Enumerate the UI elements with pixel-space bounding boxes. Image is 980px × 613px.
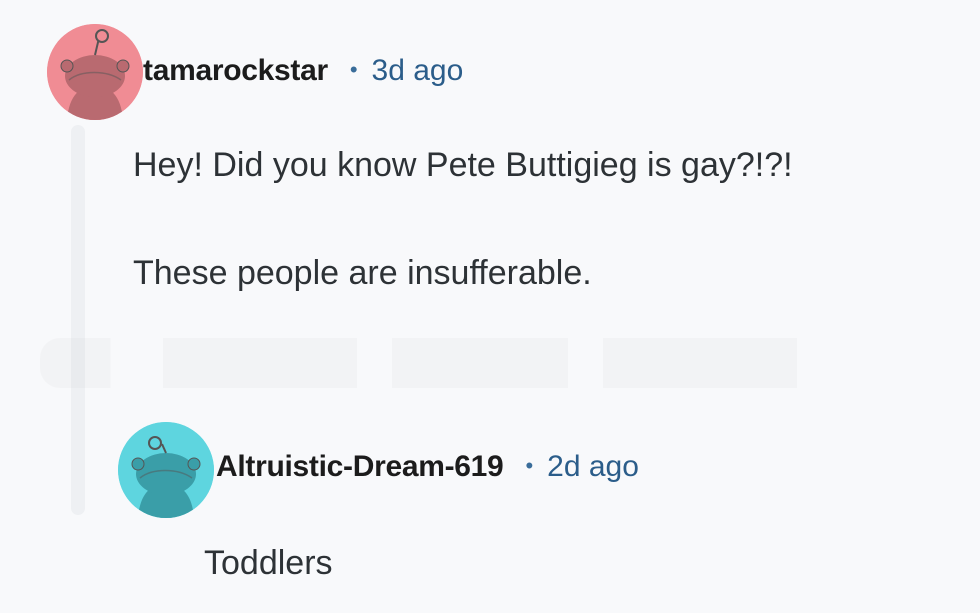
username-link[interactable]: tamarockstar: [143, 54, 328, 87]
meta-separator: •: [349, 57, 358, 82]
comment-body-paragraph: Toddlers: [204, 544, 333, 582]
comment-meta: tamarockstar • 3d ago: [143, 54, 463, 88]
comment-meta: Altruistic-Dream-619 • 2d ago: [216, 450, 639, 484]
user-avatar[interactable]: [47, 24, 143, 120]
timestamp[interactable]: 3d ago: [372, 54, 464, 87]
snoo-avatar-icon: [118, 422, 214, 518]
thread-collapse-line[interactable]: [71, 125, 85, 515]
comment-body-paragraph: Hey! Did you know Pete Buttigieg is gay?…: [133, 146, 793, 184]
user-avatar[interactable]: [118, 422, 214, 518]
meta-separator: •: [525, 453, 534, 478]
comment-action-bar: [40, 338, 920, 388]
username-link[interactable]: Altruistic-Dream-619: [216, 450, 504, 483]
comment-body-paragraph: These people are insufferable.: [133, 254, 592, 292]
timestamp[interactable]: 2d ago: [547, 450, 639, 483]
snoo-avatar-icon: [47, 24, 143, 120]
